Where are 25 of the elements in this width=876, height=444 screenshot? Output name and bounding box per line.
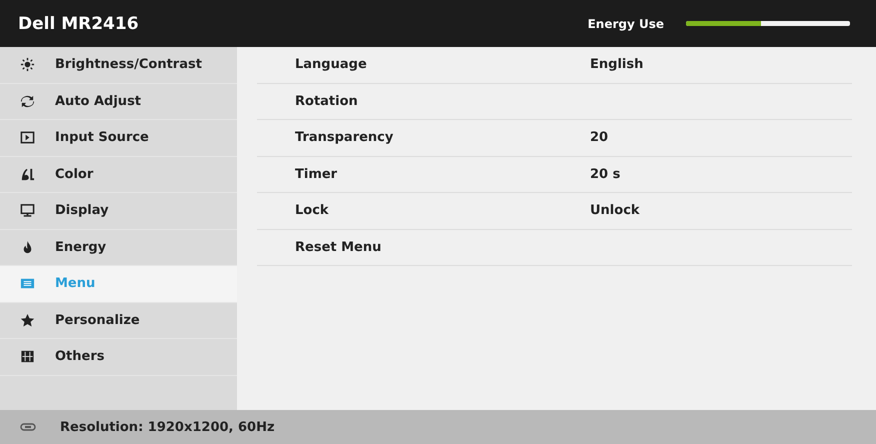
sidebar-item[interactable]: Color [0, 156, 237, 193]
monitor-title: Dell MR2416 [18, 14, 140, 34]
input-icon [20, 130, 35, 146]
connector-icon [20, 422, 36, 432]
setting-value: Unlock [590, 203, 640, 218]
sidebar-item[interactable]: Personalize [0, 302, 237, 339]
color-icon [20, 166, 35, 182]
monitor-icon [20, 203, 35, 218]
setting-label[interactable]: Reset Menu [295, 240, 590, 255]
setting-value: 20 [590, 130, 608, 146]
energy-use-label: Energy Use [588, 16, 664, 30]
resolution-text: Resolution: 1920x1200, 60Hz [60, 420, 275, 434]
setting-label[interactable]: Transparency [295, 130, 590, 146]
sidebar-item[interactable]: Auto Adjust [0, 84, 237, 120]
grid-icon [20, 349, 35, 364]
star-icon [20, 312, 35, 328]
setting-label[interactable]: Timer [295, 166, 590, 182]
setting-value: 20 s [590, 166, 620, 182]
arrows-icon [20, 94, 35, 109]
setting-label[interactable]: Lock [295, 203, 590, 218]
setting-value: English [590, 57, 644, 72]
sun-icon [20, 57, 35, 72]
setting-label[interactable]: Rotation [295, 94, 590, 109]
setting-label[interactable]: Language [295, 57, 590, 72]
sidebar-item[interactable]: Energy [0, 230, 237, 266]
